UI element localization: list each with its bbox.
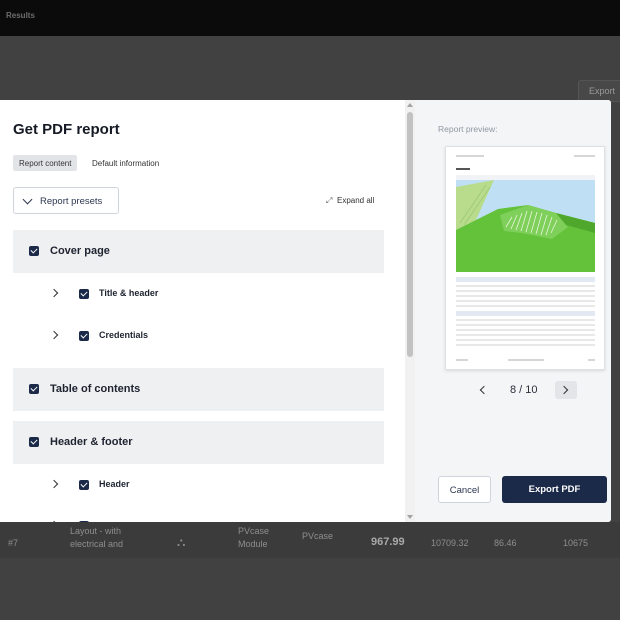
table-head-bar <box>456 311 595 316</box>
table-row-line <box>456 305 595 307</box>
table-row-line <box>456 339 595 341</box>
expand-icon: ⤢ <box>326 196 333 205</box>
terrain-map-graphic <box>456 180 595 272</box>
row-index: #7 <box>8 538 19 548</box>
section-label: Header & footer <box>50 436 133 448</box>
item-header[interactable]: Header <box>13 475 384 495</box>
table-of-contents-checkbox[interactable] <box>29 384 39 394</box>
report-content-pane: Get PDF report Report content Default in… <box>0 100 405 522</box>
layout-icon: ⛬ <box>177 535 186 549</box>
page-title-line <box>456 168 470 170</box>
table-row-line <box>456 334 595 336</box>
credentials-checkbox[interactable] <box>79 331 89 341</box>
chevron-right-icon <box>559 385 569 395</box>
chevron-left-icon <box>479 385 489 395</box>
scroll-up-arrow[interactable] <box>407 103 413 107</box>
section-cover-page[interactable]: Cover page <box>13 230 384 273</box>
expand-all-button[interactable]: ⤢ Expand all <box>326 196 374 206</box>
row-name-line1: Layout - with <box>70 526 122 536</box>
expand-all-label: Expand all <box>337 196 375 205</box>
page-header-line <box>574 155 595 157</box>
table-row: #7 Layout - with electrical and ⛬ PVcase… <box>0 522 620 558</box>
page-footer-line <box>588 359 595 361</box>
chevron-right-icon[interactable] <box>49 479 59 489</box>
title-header-checkbox[interactable] <box>79 289 89 299</box>
chevron-right-icon[interactable] <box>49 330 59 340</box>
page-indicator: 8 / 10 <box>510 384 538 396</box>
item-label: Title & header <box>99 288 159 298</box>
next-item-checkbox[interactable] <box>79 521 89 522</box>
pdf-report-modal: Get PDF report Report content Default in… <box>0 100 611 522</box>
cover-page-checkbox[interactable] <box>29 246 39 256</box>
table-head-bar <box>456 277 595 282</box>
item-next-partial[interactable] <box>13 516 384 522</box>
table-row-line <box>456 329 595 331</box>
row-value: 967.99 <box>371 536 405 548</box>
breadcrumb[interactable]: Results <box>6 11 35 20</box>
header-checkbox[interactable] <box>79 480 89 490</box>
scroll-down-arrow[interactable] <box>407 515 413 519</box>
table-row-line <box>456 319 595 321</box>
page-footer-line <box>508 359 544 361</box>
chevron-down-icon <box>22 194 33 205</box>
header-footer-checkbox[interactable] <box>29 437 39 447</box>
chevron-right-icon[interactable] <box>49 288 59 298</box>
report-presets-label: Report presets <box>40 196 103 207</box>
table-row-line <box>456 324 595 326</box>
modal-title: Get PDF report <box>13 121 120 138</box>
tab-default-information[interactable]: Default information <box>86 155 165 171</box>
report-preview-pane: Report preview: 8 / 10 Cancel Export PDF <box>415 100 611 522</box>
section-header-footer[interactable]: Header & footer <box>13 421 384 464</box>
item-label: Credentials <box>99 330 149 340</box>
item-credentials[interactable]: Credentials <box>13 326 384 346</box>
table-row-line <box>456 300 595 302</box>
row-col-a: 10709.32 <box>431 538 469 548</box>
previous-page-button[interactable] <box>472 381 494 399</box>
row-module-line1: PVcase <box>238 526 270 536</box>
section-table-of-contents[interactable]: Table of contents <box>13 368 384 411</box>
app-topbar: Results <box>0 0 620 36</box>
chevron-right-icon[interactable] <box>49 520 59 522</box>
row-col-b: 86.46 <box>494 538 517 548</box>
next-page-button[interactable] <box>555 381 577 399</box>
row-module-line2: Module <box>238 539 268 549</box>
cancel-button[interactable]: Cancel <box>438 476 491 503</box>
report-presets-button[interactable]: Report presets <box>13 187 119 214</box>
item-title-header[interactable]: Title & header <box>13 284 384 304</box>
background-export-button: Export <box>578 80 620 102</box>
section-label: Cover page <box>50 245 110 257</box>
export-pdf-button[interactable]: Export PDF <box>502 476 607 503</box>
table-row-line <box>456 344 595 346</box>
page-header-line <box>456 155 484 157</box>
item-label: Header <box>99 479 130 489</box>
page-footer-line <box>456 359 468 361</box>
scrollbar[interactable] <box>405 100 415 522</box>
section-label: Table of contents <box>50 383 141 395</box>
report-page-thumbnail <box>445 146 605 370</box>
row-col-c: 10675 <box>563 538 589 548</box>
scrollbar-thumb[interactable] <box>407 112 413 357</box>
preview-label: Report preview: <box>438 124 498 134</box>
row-name-line2: electrical and <box>70 539 124 549</box>
table-row-line <box>456 290 595 292</box>
site-map-image <box>456 175 595 272</box>
table-row-line <box>456 295 595 297</box>
tab-report-content[interactable]: Report content <box>13 155 78 171</box>
table-row-line <box>456 285 595 287</box>
row-source: PVcase <box>302 531 334 541</box>
